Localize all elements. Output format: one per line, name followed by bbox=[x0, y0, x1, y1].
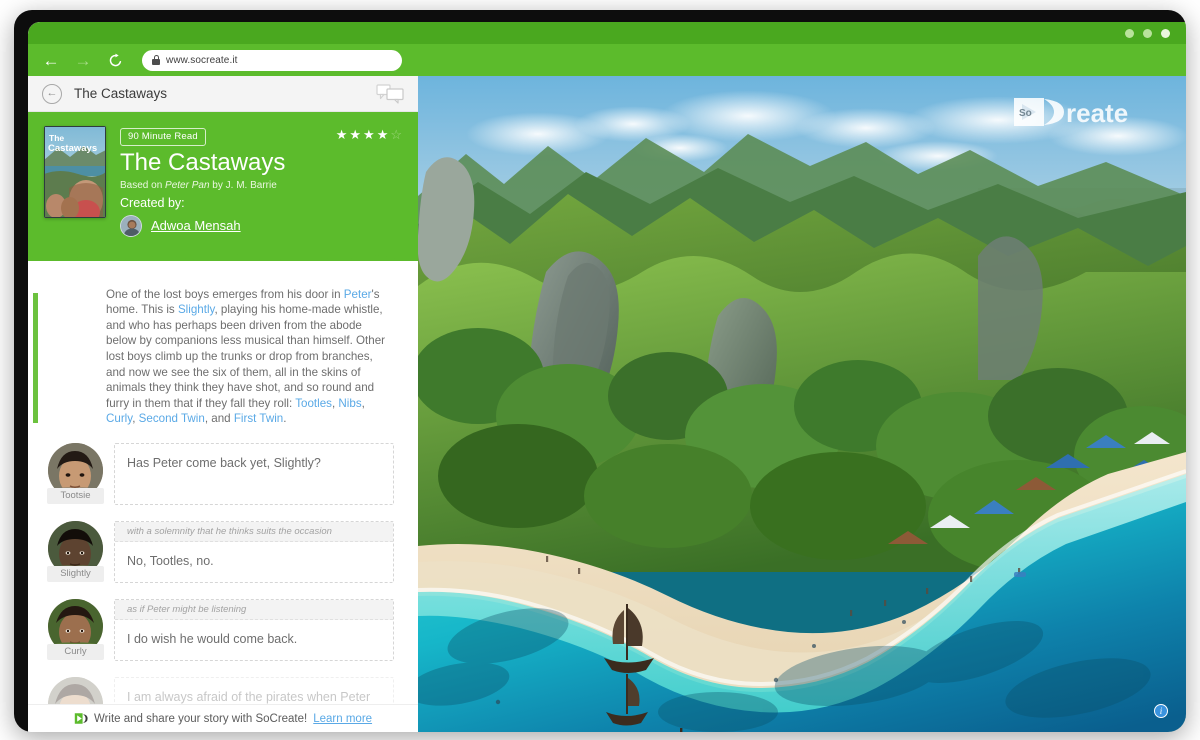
arrow-left-icon[interactable]: ← bbox=[38, 47, 64, 73]
svg-text:So: So bbox=[1019, 108, 1032, 119]
character-link-peter[interactable]: Peter bbox=[344, 288, 372, 301]
speaker-name: Slightly bbox=[47, 565, 104, 582]
based-on-suffix: by J. M. Barrie bbox=[209, 179, 277, 191]
device-frame: ← → www.socreate.it ← The Castaways The … bbox=[14, 10, 1186, 732]
action-segment-3: , playing his home-made whistle, and who… bbox=[106, 303, 386, 410]
maximize-dot[interactable] bbox=[1143, 29, 1152, 38]
speaker-name: Tootsie bbox=[47, 487, 104, 504]
info-icon[interactable]: i bbox=[1154, 704, 1168, 718]
svg-text:reate: reate bbox=[1066, 98, 1128, 128]
action-sep-2: , bbox=[361, 396, 365, 410]
created-by-label: Created by: bbox=[120, 195, 185, 210]
star-filled-4: ★ bbox=[376, 127, 389, 142]
speaker-block[interactable]: Tootsie bbox=[47, 442, 104, 504]
dialogue-bubble[interactable]: as if Peter might be listening I do wish… bbox=[114, 598, 394, 661]
avatar bbox=[120, 214, 142, 237]
promo-text: Write and share your story with SoCreate… bbox=[93, 712, 308, 725]
based-on-text: Based on Peter Pan by J. M. Barrie bbox=[120, 180, 402, 191]
svg-text:The: The bbox=[49, 133, 64, 143]
browser-window: ← → www.socreate.it ← The Castaways The … bbox=[28, 22, 1186, 732]
page-title: The Castaways bbox=[74, 86, 168, 101]
back-button[interactable]: ← bbox=[42, 83, 62, 104]
close-dot[interactable] bbox=[1161, 29, 1170, 38]
url-text: www.socreate.it bbox=[166, 54, 238, 66]
desktop-background: ← → www.socreate.it ← The Castaways The … bbox=[0, 0, 1200, 740]
script-body: One of the lost boys emerges from his do… bbox=[28, 261, 418, 732]
read-time-badge: 90 Minute Read bbox=[120, 128, 206, 146]
story-header-card: The Castaways ★ ★ ★ ★ ☆ 90 Minute Read T… bbox=[28, 112, 418, 261]
dialogue-row: Curly as if Peter might be listening I d… bbox=[47, 598, 394, 661]
dialogue-row: Slightly with a solemnity that he thinks… bbox=[47, 520, 394, 583]
action-segment-end: . bbox=[283, 412, 287, 426]
dialogue-bubble[interactable]: Has Peter come back yet, Slightly? bbox=[114, 442, 394, 505]
dialogue-parenthetical: with a solemnity that he thinks suits th… bbox=[115, 521, 393, 542]
minimize-dot[interactable] bbox=[1125, 29, 1134, 38]
browser-toolbar: ← → www.socreate.it bbox=[28, 44, 1186, 76]
dialogue-bubble[interactable]: with a solemnity that he thinks suits th… bbox=[114, 520, 394, 583]
based-on-work: Peter Pan bbox=[165, 179, 210, 191]
svg-text:Castaways: Castaways bbox=[48, 143, 97, 154]
star-filled-3: ★ bbox=[363, 127, 375, 142]
dialogue-text: I do wish he would come back. bbox=[127, 631, 298, 646]
dialogue-row: Tootsie Has Peter come back yet, Slightl… bbox=[47, 442, 394, 505]
dialogue-parenthetical: as if Peter might be listening bbox=[115, 599, 393, 620]
star-empty-5: ☆ bbox=[390, 127, 402, 142]
character-link-nibs[interactable]: Nibs bbox=[338, 397, 361, 410]
rating-stars[interactable]: ★ ★ ★ ★ ☆ bbox=[336, 128, 402, 141]
dialogue-text: Has Peter come back yet, Slightly? bbox=[127, 455, 321, 470]
story-subheader: ← The Castaways bbox=[28, 76, 418, 112]
author-row[interactable]: Adwoa Mensah bbox=[120, 214, 402, 237]
address-bar[interactable]: www.socreate.it bbox=[142, 49, 402, 71]
based-on-prefix: Based on bbox=[120, 179, 166, 191]
action-segment-1: One of the lost boys emerges from his do… bbox=[106, 287, 344, 301]
author-name[interactable]: Adwoa Mensah bbox=[151, 218, 241, 233]
star-filled-1: ★ bbox=[335, 127, 348, 142]
comments-icon[interactable] bbox=[376, 83, 404, 104]
star-filled-2: ★ bbox=[349, 127, 362, 142]
promo-bar: Write and share your story with SoCreate… bbox=[28, 704, 418, 732]
story-metadata: ★ ★ ★ ★ ☆ 90 Minute Read The Castaways B… bbox=[120, 126, 402, 237]
lock-icon bbox=[152, 55, 160, 65]
reload-icon[interactable] bbox=[102, 47, 128, 73]
character-link-second-twin[interactable]: Second Twin bbox=[139, 412, 205, 425]
arrow-right-icon[interactable]: → bbox=[70, 47, 96, 73]
action-paragraph: One of the lost boys emerges from his do… bbox=[106, 287, 392, 427]
page-content: ← The Castaways The Castaways ★ ★ ★ ★ ☆ … bbox=[28, 76, 1186, 732]
character-link-slightly[interactable]: Slightly bbox=[178, 303, 215, 316]
story-cover-thumbnail[interactable]: The Castaways bbox=[44, 126, 106, 218]
character-link-tootles[interactable]: Tootles bbox=[295, 397, 332, 410]
socreate-logo-icon bbox=[74, 712, 88, 725]
speaker-name: Curly bbox=[47, 643, 104, 660]
story-title: The Castaways bbox=[120, 149, 286, 176]
speaker-block[interactable]: Curly bbox=[47, 598, 104, 660]
browser-titlebar bbox=[28, 22, 1186, 44]
dialogue-text: No, Tootles, no. bbox=[127, 553, 214, 568]
socreate-watermark: So reate bbox=[1014, 98, 1128, 128]
window-controls[interactable] bbox=[1125, 29, 1170, 38]
story-reader-panel: ← The Castaways The Castaways ★ ★ ★ ★ ☆ … bbox=[28, 76, 418, 732]
scene-image-panel[interactable]: So reate i bbox=[418, 76, 1186, 732]
learn-more-link[interactable]: Learn more bbox=[313, 713, 372, 725]
scene-image bbox=[418, 76, 1186, 732]
character-link-curly[interactable]: Curly bbox=[106, 412, 132, 425]
character-link-first-twin[interactable]: First Twin bbox=[234, 412, 283, 425]
action-sep-4: , and bbox=[204, 412, 234, 426]
speaker-block[interactable]: Slightly bbox=[47, 520, 104, 582]
scene-accent-bar bbox=[33, 292, 38, 423]
